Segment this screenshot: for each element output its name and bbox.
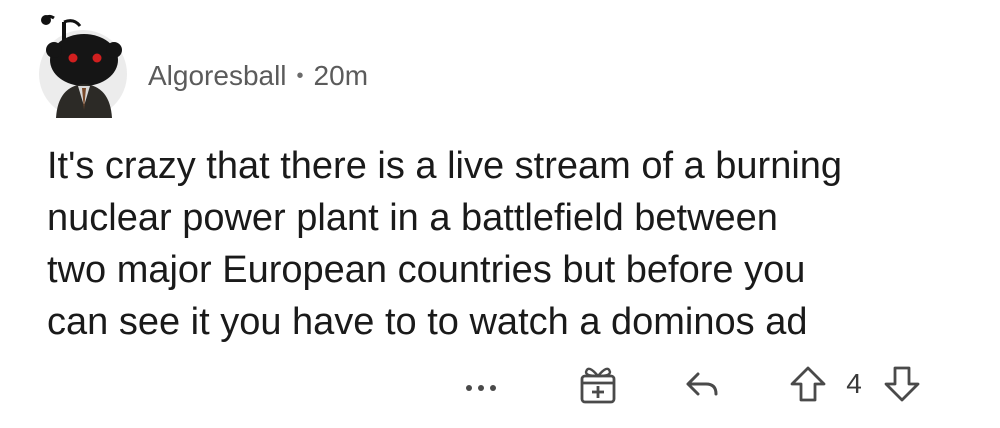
avatar[interactable] xyxy=(38,14,128,118)
reply-icon xyxy=(686,372,718,396)
upvote-button[interactable] xyxy=(782,356,834,412)
more-icon xyxy=(466,385,496,391)
snoo-avatar-icon xyxy=(39,14,127,118)
reply-button[interactable] xyxy=(672,356,732,412)
upvote-icon xyxy=(790,366,826,402)
award-button[interactable] xyxy=(568,356,628,412)
vote-score: 4 xyxy=(846,368,862,399)
comment-card: Algoresball • 20m It's crazy that there … xyxy=(0,0,1000,428)
gift-icon xyxy=(580,367,616,404)
comment-body: It's crazy that there is a live stream o… xyxy=(47,145,843,343)
author-name[interactable]: Algoresball xyxy=(148,60,287,92)
downvote-icon xyxy=(884,366,920,402)
downvote-button[interactable] xyxy=(876,356,928,412)
comment-age: 20m xyxy=(313,60,369,91)
comment-actions: 4 xyxy=(0,356,1000,412)
comment-meta: Algoresball • 20m xyxy=(148,52,368,100)
meta-separator: • xyxy=(296,64,304,87)
more-options-button[interactable] xyxy=(456,356,506,412)
